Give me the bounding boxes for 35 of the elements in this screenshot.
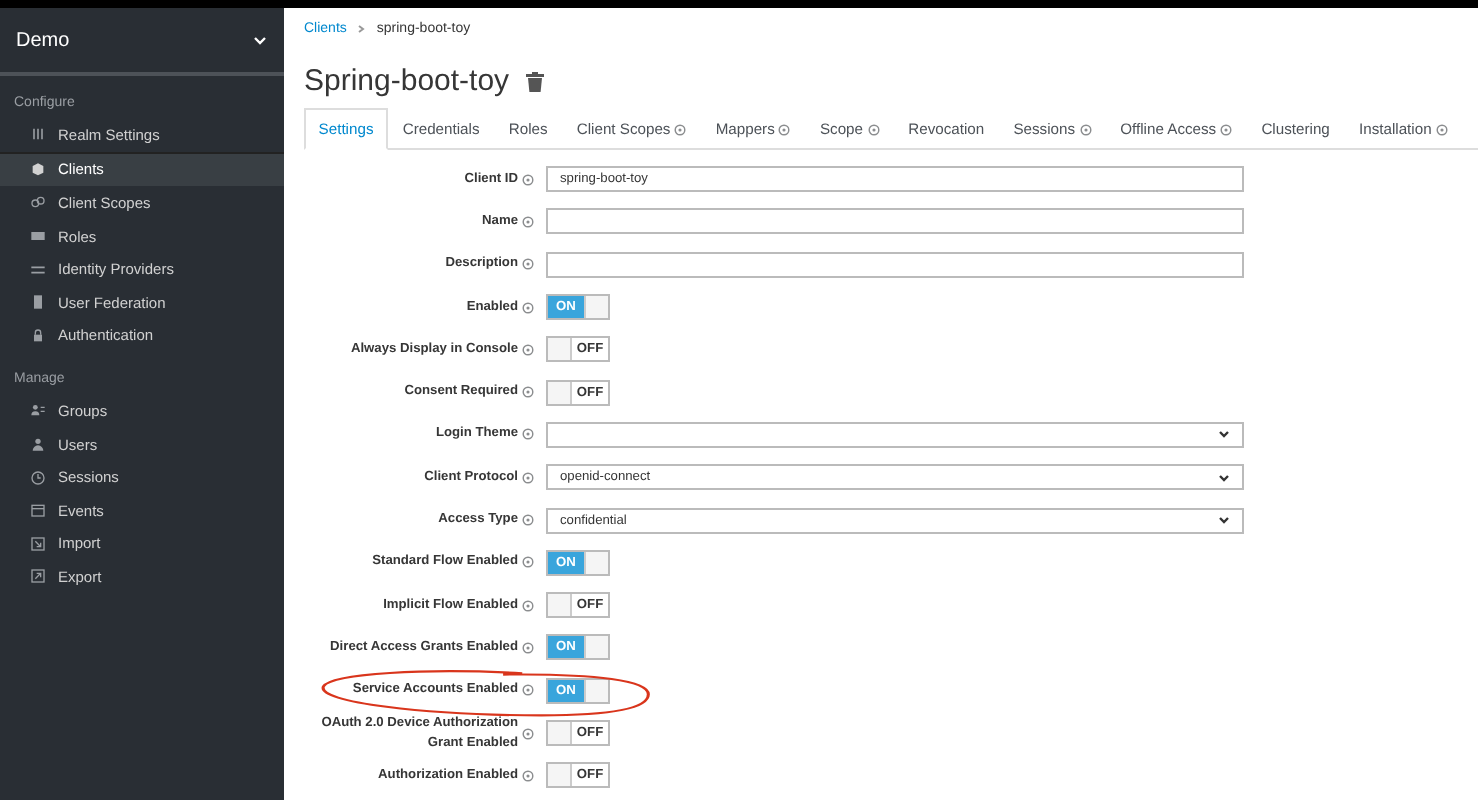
- import-icon: [30, 535, 46, 552]
- help-icon: [522, 428, 534, 441]
- help-icon: [522, 343, 534, 356]
- export-icon: [30, 568, 46, 585]
- help-icon: [522, 386, 534, 399]
- help-icon: [522, 684, 534, 697]
- help-icon: [522, 514, 534, 527]
- help-icon: [522, 727, 534, 739]
- caret-icon: [1218, 514, 1230, 527]
- trash-icon[interactable]: [525, 71, 544, 91]
- sliders-icon: [30, 126, 46, 143]
- help-icon: [522, 769, 534, 782]
- help-icon: [522, 641, 534, 654]
- chevron-icon: [356, 24, 367, 34]
- text-field[interactable]: [546, 251, 1244, 278]
- page-title: Spring-boot-toy: [304, 64, 510, 98]
- chevron-icon: [252, 32, 268, 48]
- help-icon: [522, 258, 534, 271]
- help-icon: [522, 173, 534, 186]
- shapes-icon: [30, 194, 46, 211]
- caret-icon: [1218, 471, 1230, 484]
- clock-icon: [30, 469, 46, 486]
- help-icon: [522, 599, 534, 612]
- dropdown[interactable]: [546, 421, 1244, 448]
- lock-icon: [30, 327, 46, 344]
- help-icon: [522, 556, 534, 569]
- help-icon: [522, 301, 534, 314]
- user-icon: [30, 436, 46, 453]
- text-field[interactable]: [546, 208, 1244, 235]
- users-icon: [30, 402, 46, 419]
- help-icon: [522, 471, 534, 484]
- cube-icon: [30, 161, 46, 178]
- help-icon: [522, 215, 534, 228]
- calendar-icon: [30, 502, 46, 519]
- caret-icon: [1218, 428, 1230, 441]
